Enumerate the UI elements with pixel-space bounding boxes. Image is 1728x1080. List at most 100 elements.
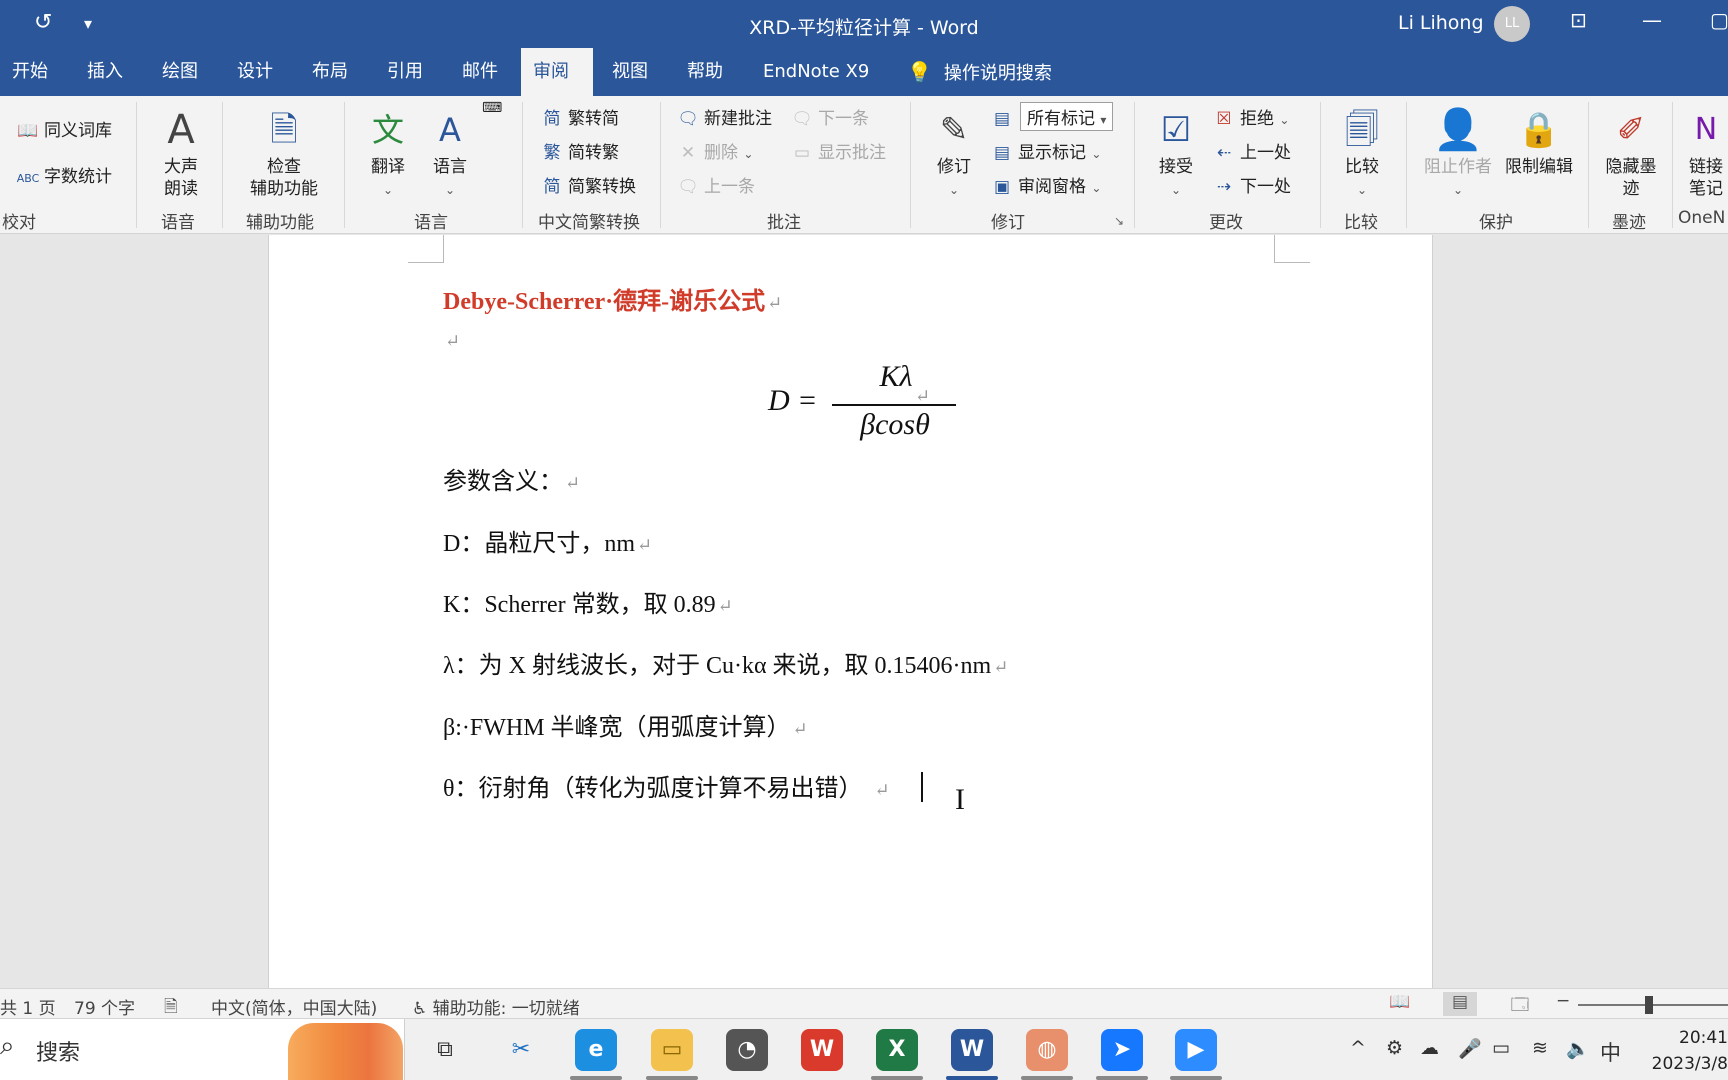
group-label-comments: 批注 xyxy=(767,213,801,233)
markup-select[interactable]: ▤ 所有标记 ▾ xyxy=(990,102,1114,131)
tell-me-search[interactable]: 💡 操作说明搜索 xyxy=(895,48,1064,96)
word-icon[interactable]: W xyxy=(951,1029,993,1071)
restore-icon[interactable]: ▢ xyxy=(1710,8,1728,32)
tab-references[interactable]: 引用 xyxy=(375,48,435,96)
running-indicator xyxy=(871,1076,923,1080)
word-count[interactable]: 79 个字 xyxy=(74,994,135,1019)
task-view-icon[interactable]: ⧉ xyxy=(424,1029,466,1071)
parameter-k[interactable]: K：Scherrer 常数，取 0.89 ↵ xyxy=(443,584,733,619)
track-changes-button[interactable]: ✎ 修订 ⌄ xyxy=(928,104,980,201)
wps-icon[interactable]: W xyxy=(801,1029,843,1071)
to-traditional-label: 简转繁 xyxy=(568,143,619,163)
feishu-icon[interactable]: ➤ xyxy=(1101,1029,1143,1071)
accessibility-status[interactable]: ♿ 辅助功能: 一切就绪 xyxy=(412,994,580,1019)
tab-review[interactable]: 审阅 xyxy=(521,48,593,96)
show-comments-button[interactable]: ▭ 显示批注 xyxy=(790,138,886,163)
tab-help[interactable]: 帮助 xyxy=(675,48,735,96)
zoom-out-icon[interactable]: − xyxy=(1556,991,1570,1011)
previous-change-button[interactable]: ⇠ 上一处 xyxy=(1212,138,1291,163)
clock-app-icon[interactable]: ◔ xyxy=(726,1029,768,1071)
tab-home[interactable]: 开始 xyxy=(0,48,60,96)
word-count-button[interactable]: ABC 字数统计 xyxy=(16,162,112,187)
chevron-up-icon[interactable]: ^ xyxy=(1350,1037,1366,1059)
delete-comment-label: 删除 xyxy=(704,143,738,163)
parameter-beta[interactable]: β:·FWHM 半峰宽（用弧度计算） ↵ xyxy=(443,707,808,742)
onedrive-icon[interactable]: ☁ xyxy=(1420,1037,1439,1059)
zoom-slider-thumb[interactable] xyxy=(1645,996,1653,1014)
ime-indicator[interactable]: 中 xyxy=(1600,1037,1621,1067)
tab-layout[interactable]: 布局 xyxy=(300,48,360,96)
parameter-title[interactable]: 参数含义： ↵ xyxy=(443,461,580,496)
markup-icon: ▤ xyxy=(993,109,1011,129)
volume-icon[interactable]: 🔈 xyxy=(1566,1037,1590,1060)
wifi-icon[interactable]: ≋ xyxy=(1532,1037,1548,1059)
tab-insert[interactable]: 插入 xyxy=(75,48,135,96)
translate-label: 翻译 xyxy=(371,157,405,177)
tell-me-label: 操作说明搜索 xyxy=(943,63,1052,84)
delete-comment-button[interactable]: ✕ 删除 ⌄ xyxy=(676,138,754,163)
check-accessibility-label: 检查 辅助功能 xyxy=(250,157,318,199)
parameter-theta[interactable]: θ：衍射角（转化为弧度计算不易出错） ↵ xyxy=(443,768,890,803)
new-comment-button[interactable]: 🗨 新建批注 xyxy=(676,104,772,129)
tab-design[interactable]: 设计 xyxy=(225,48,285,96)
keyboard-icon[interactable]: ⌨ xyxy=(482,100,502,116)
clock[interactable]: 20:41 2023/3/8 xyxy=(1642,1025,1728,1077)
taskbar-search[interactable]: ⌕ 搜索 xyxy=(0,1019,405,1080)
abc123-icon: ABC xyxy=(16,172,40,185)
thesaurus-button[interactable]: 📖 同义词库 xyxy=(16,116,112,141)
microphone-icon[interactable]: 🎤 xyxy=(1458,1037,1482,1060)
group-label-proofing: 校对 xyxy=(2,213,36,233)
previous-change-icon: ⇠ xyxy=(1216,143,1232,163)
zoom-slider[interactable] xyxy=(1578,1004,1728,1006)
check-accessibility-button[interactable]: 🗎 检查 辅助功能 xyxy=(236,104,332,200)
accept-button[interactable]: ☑ 接受 ⌄ xyxy=(1150,104,1202,201)
ribbon-display-options-icon[interactable]: ⊡ xyxy=(1570,8,1587,32)
next-comment-button[interactable]: 🗨 下一条 xyxy=(790,104,869,129)
language-status[interactable]: 中文(简体，中国大陆) xyxy=(211,994,377,1019)
zoom-meeting-icon[interactable]: ▶ xyxy=(1175,1029,1217,1071)
avatar[interactable]: LL xyxy=(1494,6,1530,42)
page-count[interactable]: 共 1 页 xyxy=(0,994,56,1019)
block-authors-icon: 👤 xyxy=(1433,107,1483,153)
parameter-d[interactable]: D：晶粒尺寸，nm ↵ xyxy=(443,523,652,558)
to-simplified-button[interactable]: 简繁转简 xyxy=(540,104,620,129)
to-traditional-button[interactable]: 繁简转繁 xyxy=(540,138,620,163)
empty-paragraph[interactable]: ↵ xyxy=(443,327,460,354)
compare-button[interactable]: 🗐 比较 ⌄ xyxy=(1336,104,1388,201)
active-indicator xyxy=(946,1076,998,1080)
show-markup-button[interactable]: ▤ 显示标记 ⌄ xyxy=(990,138,1102,163)
battery-icon[interactable]: ▭ xyxy=(1492,1037,1510,1059)
linked-notes-button[interactable]: N 链接 笔记 xyxy=(1684,104,1728,200)
excel-icon[interactable]: X xyxy=(876,1029,918,1071)
tab-view[interactable]: 视图 xyxy=(600,48,660,96)
tab-draw[interactable]: 绘图 xyxy=(150,48,210,96)
minimize-icon[interactable]: — xyxy=(1642,8,1662,32)
accept-icon: ☑ xyxy=(1160,110,1192,150)
user-name[interactable]: Li Lihong xyxy=(1398,12,1484,34)
review-pane-button[interactable]: ▣ 审阅窗格 ⌄ xyxy=(990,172,1102,197)
read-aloud-button[interactable]: A 大声 朗读 xyxy=(150,104,212,200)
previous-comment-button[interactable]: 🗨 上一条 xyxy=(676,172,755,197)
read-mode-icon[interactable]: 📖 xyxy=(1383,992,1417,1016)
reject-button[interactable]: ☒ 拒绝 ⌄ xyxy=(1212,104,1289,129)
document-heading[interactable]: Debye-Scherrer·德拜-谢乐公式 ↵ xyxy=(443,281,782,316)
next-change-button[interactable]: ⇢ 下一处 xyxy=(1212,172,1291,197)
settings-tray-icon[interactable]: ⚙ xyxy=(1386,1037,1403,1059)
edge-icon[interactable]: e xyxy=(575,1029,617,1071)
tracking-options-launcher-icon[interactable]: ↘ xyxy=(1114,214,1124,228)
parameter-lambda[interactable]: λ：为 X 射线波长，对于 Cu·kα 来说，取 0.15406·nm ↵ xyxy=(443,645,1008,680)
restrict-editing-button[interactable]: 🔒 限制编辑 xyxy=(1500,104,1578,178)
web-layout-icon[interactable]: 🗔 xyxy=(1503,992,1537,1016)
conversion-button[interactable]: 简简繁转换 xyxy=(540,172,637,197)
origin-icon[interactable]: ◍ xyxy=(1026,1029,1068,1071)
tab-mailings[interactable]: 邮件 xyxy=(450,48,510,96)
tab-endnote[interactable]: EndNote X9 xyxy=(751,48,881,96)
block-authors-button[interactable]: 👤 阻止作者 ⌄ xyxy=(1418,104,1498,201)
print-layout-icon[interactable]: ▤ xyxy=(1443,992,1477,1016)
hide-ink-button[interactable]: ✐ 隐藏墨 迹 xyxy=(1598,104,1664,200)
reject-icon: ☒ xyxy=(1216,109,1232,129)
language-button[interactable]: A 语言 ⌄ xyxy=(424,104,476,201)
snipping-tool-icon[interactable]: ✂ xyxy=(500,1029,542,1071)
file-explorer-icon[interactable]: ▭ xyxy=(651,1029,693,1071)
translate-button[interactable]: 文翻译 ⌄ xyxy=(362,104,414,201)
